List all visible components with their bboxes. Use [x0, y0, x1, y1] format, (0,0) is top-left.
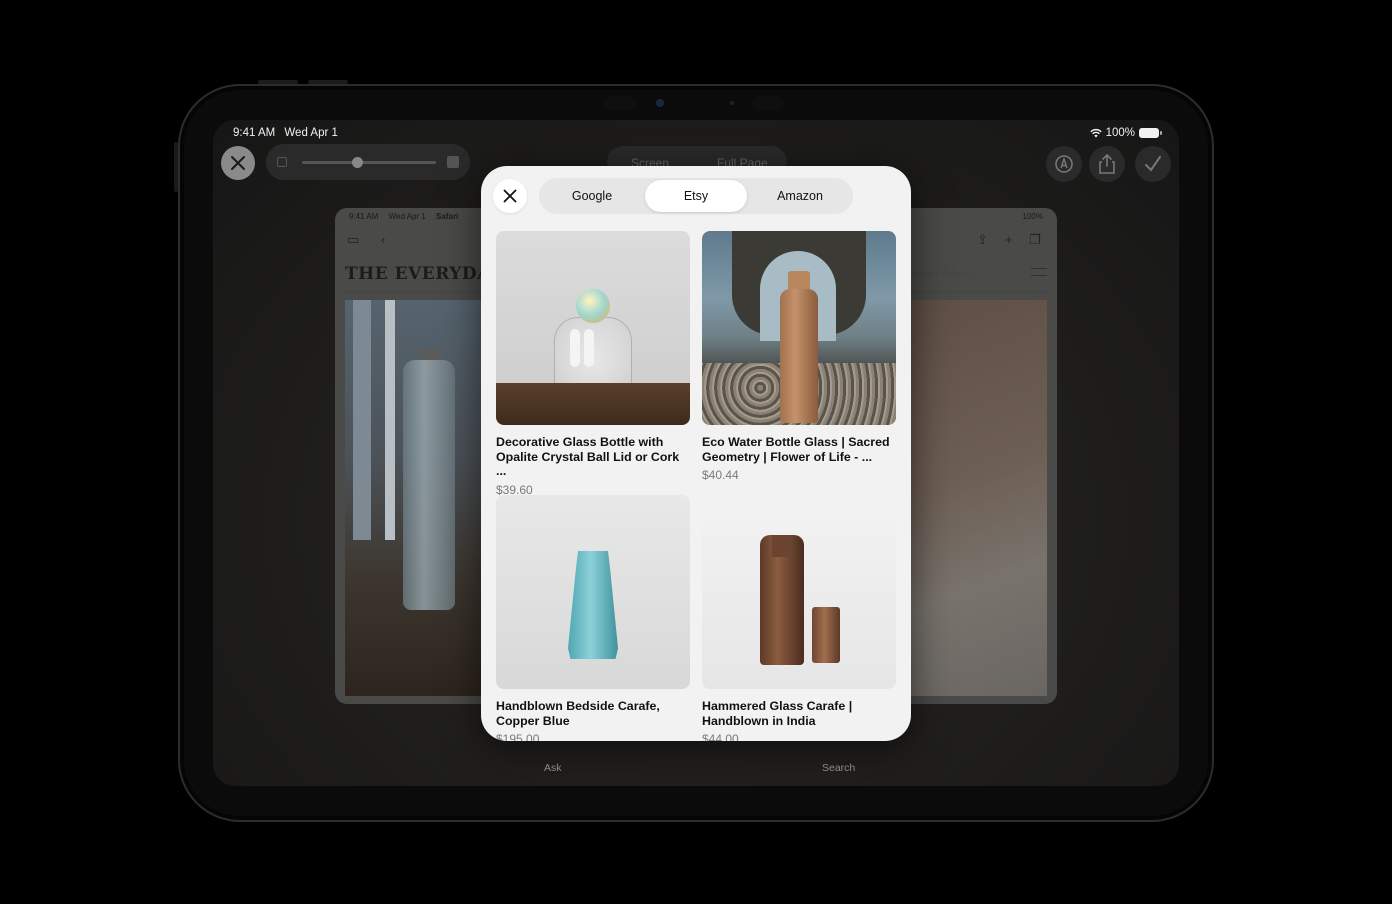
section-label: Health & Wellness [913, 271, 971, 278]
small-square-icon [277, 157, 287, 167]
status-date: Wed Apr 1 [284, 127, 338, 139]
tab-amazon[interactable]: Amazon [749, 180, 851, 212]
menu-icon [1031, 268, 1047, 276]
source-tabs: Google Etsy Amazon [539, 178, 853, 214]
product-image[interactable] [702, 231, 896, 425]
crop-size-slider[interactable] [266, 144, 470, 180]
product-card[interactable]: Decorative Glass Bottle with Opalite Cry… [496, 231, 690, 497]
tab-etsy[interactable]: Etsy [645, 180, 747, 212]
close-button[interactable] [221, 146, 255, 180]
product-image[interactable] [496, 495, 690, 689]
product-image[interactable] [702, 495, 896, 689]
slider-track[interactable] [302, 161, 436, 164]
markup-icon [1055, 155, 1073, 173]
product-price: $40.44 [702, 468, 739, 482]
article-photo-person [910, 300, 1047, 696]
wifi-icon [1089, 128, 1102, 138]
product-image[interactable] [496, 231, 690, 425]
share-icon [1099, 154, 1115, 174]
slider-knob[interactable] [352, 157, 363, 168]
product-title[interactable]: Eco Water Bottle Glass | Sacred Geometry… [702, 435, 896, 464]
tabs-icon: ❐ [1029, 232, 1041, 247]
ask-label[interactable]: Ask [544, 762, 562, 774]
product-card[interactable]: Eco Water Bottle Glass | Sacred Geometry… [702, 231, 896, 482]
article-photo-bottle [345, 300, 485, 696]
preview-date: Wed Apr 1 [388, 212, 426, 221]
popup-close-button[interactable] [493, 179, 527, 213]
large-square-icon [447, 156, 459, 168]
product-price: $44.00 [702, 732, 739, 741]
back-chevron-icon: ‹ [381, 232, 386, 247]
camera-bar [604, 96, 784, 110]
markup-button[interactable] [1046, 146, 1082, 182]
product-price: $195.00 [496, 732, 540, 741]
share-button[interactable] [1089, 146, 1125, 182]
product-title[interactable]: Decorative Glass Bottle with Opalite Cry… [496, 435, 690, 479]
product-card[interactable]: Handblown Bedside Carafe, Copper Blue $1… [496, 495, 690, 741]
preview-app-name: Safari [436, 212, 459, 221]
done-button[interactable] [1135, 146, 1171, 182]
status-time: 9:41 AM [233, 127, 276, 139]
screen: 9:41 AM Wed Apr 1 100% Screen Full Page [213, 120, 1179, 786]
battery-percent: 100% [1105, 127, 1135, 139]
close-icon [503, 189, 517, 203]
search-label[interactable]: Search [822, 762, 855, 774]
status-bar: 9:41 AM Wed Apr 1 100% [233, 126, 1162, 140]
plus-icon: + [1005, 232, 1013, 247]
preview-time: 9:41 AM [349, 212, 379, 221]
preview-battery: 100% [1022, 212, 1043, 221]
sidebar-icon: ▭ [347, 232, 360, 247]
visual-search-popup: Google Etsy Amazon Decorative Glass Bott… [481, 166, 911, 741]
close-icon [231, 156, 245, 170]
product-title[interactable]: Handblown Bedside Carafe, Copper Blue [496, 699, 690, 728]
product-title[interactable]: Hammered Glass Carafe | Handblown in Ind… [702, 699, 896, 728]
battery-icon [1139, 128, 1162, 138]
product-card[interactable]: Hammered Glass Carafe | Handblown in Ind… [702, 495, 896, 741]
site-masthead: THE EVERYDAY [345, 264, 503, 284]
share-icon: ⇪ [977, 232, 988, 247]
checkmark-icon [1145, 156, 1161, 172]
tab-google[interactable]: Google [541, 180, 643, 212]
